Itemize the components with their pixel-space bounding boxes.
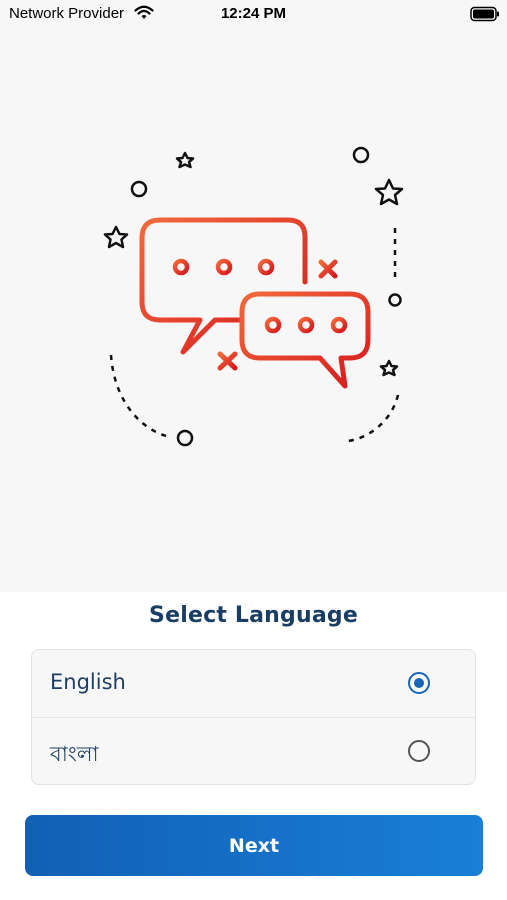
- next-button[interactable]: Next: [25, 815, 483, 876]
- page-title: Select Language: [149, 603, 358, 628]
- battery-icon: [470, 6, 499, 22]
- language-label: English: [50, 670, 126, 694]
- radio-button[interactable]: [408, 740, 430, 762]
- radio-button-selected[interactable]: [408, 672, 430, 694]
- status-bar: Network Provider 12:24 PM: [0, 0, 507, 28]
- typing-dots-left: [172, 258, 275, 276]
- hero-illustration-area: [0, 0, 507, 592]
- language-label: বাংলা: [50, 742, 99, 766]
- radio-dot: [414, 678, 424, 688]
- chat-bubbles-illustration: [103, 146, 404, 447]
- language-option-english[interactable]: English: [32, 650, 475, 718]
- clock: 12:24 PM: [220, 5, 287, 22]
- chat-bubble-right-icon: [239, 291, 371, 389]
- language-options-card: English বাংলা: [31, 649, 476, 785]
- language-option-bangla[interactable]: বাংলা: [32, 718, 475, 784]
